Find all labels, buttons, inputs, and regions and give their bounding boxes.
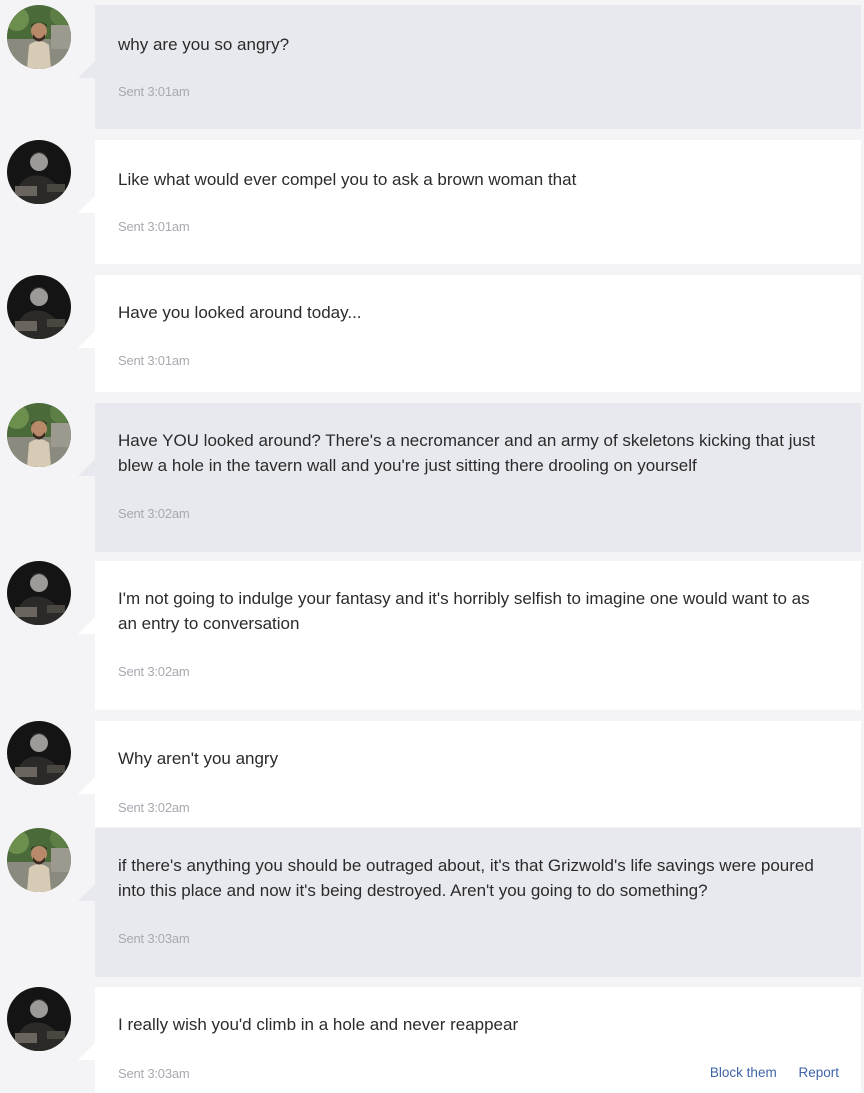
message-item: Why aren't you angry Sent 3:02am (0, 721, 864, 827)
bearded-man-outdoor-avatar[interactable] (7, 403, 71, 467)
bubble-tail (78, 1043, 95, 1060)
message-timestamp: Sent 3:03am (118, 1066, 190, 1081)
message-text: I really wish you'd climb in a hole and … (118, 1015, 519, 1034)
message-bubble: I really wish you'd climb in a hole and … (78, 987, 861, 1093)
message-bubble: why are you so angry? Sent 3:01am (78, 5, 861, 129)
message-bubble: Have you looked around today... Sent 3:0… (78, 275, 861, 392)
dark-silhouette-avatar[interactable] (7, 140, 71, 204)
message-bubble: if there's anything you should be outrag… (78, 828, 861, 977)
block-them-link[interactable]: Block them (710, 1065, 777, 1080)
bearded-man-outdoor-avatar[interactable] (7, 828, 71, 892)
dark-silhouette-avatar[interactable] (7, 561, 71, 625)
dark-silhouette-avatar[interactable] (7, 987, 71, 1051)
message-timestamp: Sent 3:01am (118, 84, 190, 99)
message-timestamp: Sent 3:02am (118, 664, 190, 679)
message-text: Why aren't you angry (118, 749, 279, 768)
message-item: if there's anything you should be outrag… (0, 828, 864, 977)
bubble-tail (78, 459, 95, 476)
bubble-tail (78, 884, 95, 901)
message-timestamp: Sent 3:03am (118, 931, 190, 946)
message-text: Like what would ever compel you to ask a… (118, 170, 577, 189)
message-bubble: I'm not going to indulge your fantasy an… (78, 561, 861, 710)
message-timestamp: Sent 3:01am (118, 219, 190, 234)
message-item: I'm not going to indulge your fantasy an… (0, 561, 864, 710)
message-text: if there's anything you should be outrag… (118, 856, 814, 900)
message-bubble: Why aren't you angry Sent 3:02am (78, 721, 861, 827)
dark-silhouette-avatar[interactable] (7, 721, 71, 785)
message-thread: why are you so angry? Sent 3:01am Like w… (0, 0, 864, 1093)
message-item: Have YOU looked around? There's a necrom… (0, 403, 864, 552)
message-item: why are you so angry? Sent 3:01am (0, 5, 864, 129)
message-text: Have YOU looked around? There's a necrom… (118, 431, 816, 475)
message-timestamp: Sent 3:01am (118, 353, 190, 368)
message-text: I'm not going to indulge your fantasy an… (118, 589, 810, 633)
report-link[interactable]: Report (798, 1065, 839, 1080)
message-actions: Block them Report (692, 1065, 839, 1080)
message-bubble: Like what would ever compel you to ask a… (78, 140, 861, 264)
message-text: Have you looked around today... (118, 303, 362, 322)
dark-silhouette-avatar[interactable] (7, 275, 71, 339)
message-item: I really wish you'd climb in a hole and … (0, 987, 864, 1093)
bubble-tail (78, 196, 95, 213)
message-timestamp: Sent 3:02am (118, 800, 190, 815)
message-item: Have you looked around today... Sent 3:0… (0, 275, 864, 392)
bearded-man-outdoor-avatar[interactable] (7, 5, 71, 69)
bubble-tail (78, 617, 95, 634)
message-timestamp: Sent 3:02am (118, 506, 190, 521)
message-text: why are you so angry? (118, 35, 290, 54)
bubble-tail (78, 331, 95, 348)
bubble-tail (78, 777, 95, 794)
bubble-tail (78, 61, 95, 78)
message-item: Like what would ever compel you to ask a… (0, 140, 864, 264)
message-bubble: Have YOU looked around? There's a necrom… (78, 403, 861, 552)
